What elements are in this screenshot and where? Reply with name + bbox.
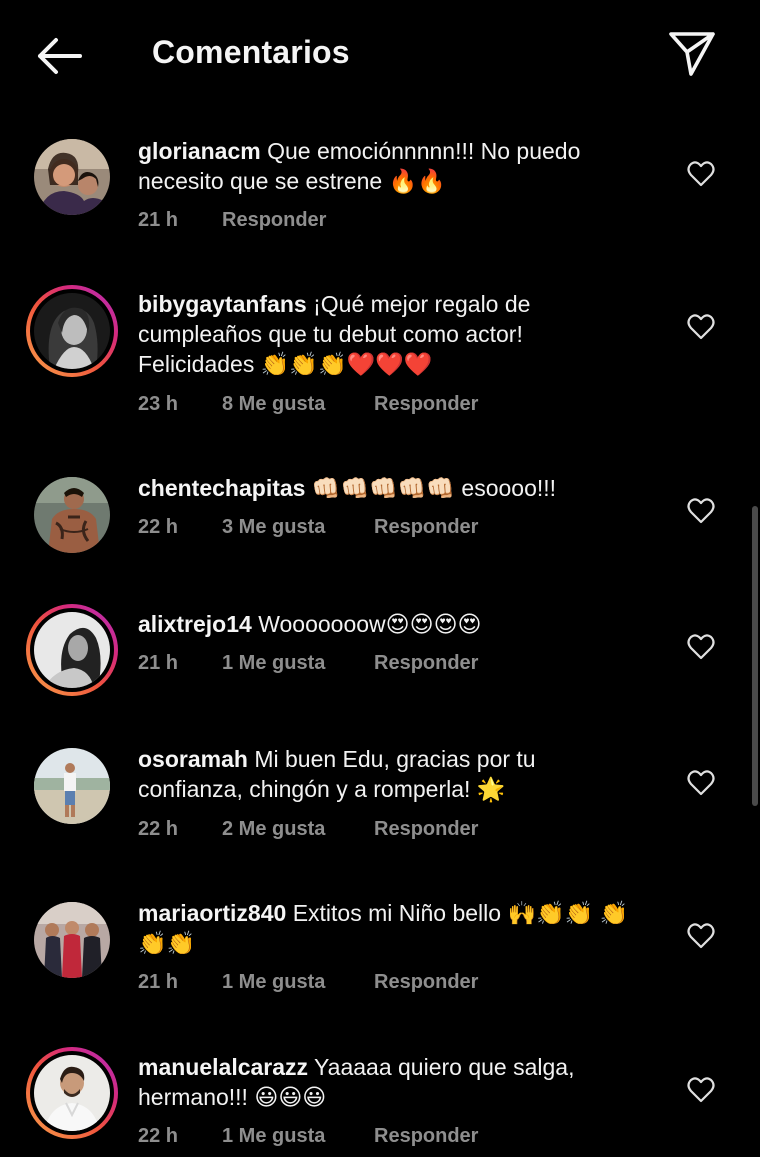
reply-button[interactable]: Responder [374,390,478,418]
reply-button[interactable]: Responder [374,649,478,677]
avatar-photo [34,902,110,978]
heart-icon [687,314,715,340]
avatar[interactable] [26,131,118,223]
comment-time: 23 h [138,393,179,415]
comment-text: alixtrejo14 Wooooooow😍😍😍😍 [138,609,638,639]
like-button[interactable] [686,768,716,798]
comment-time: 21 h [138,971,179,993]
avatar-ring-gap [30,289,114,373]
heart-icon [687,498,715,524]
comment-text: mariaortiz840 Extitos mi Niño bello 🙌👏👏 … [138,898,638,958]
paper-plane-icon [669,32,715,76]
comment-text: glorianacm Que emociónnnnn!!! No puedo n… [138,136,638,196]
reply-button[interactable]: Responder [374,513,478,541]
comment-username[interactable]: bibygaytanfans [138,291,307,317]
share-button[interactable] [664,26,720,80]
heart-icon [687,923,715,949]
comment-time: 21 h [138,209,179,231]
comment-time: 22 h [138,818,179,840]
like-button[interactable] [686,921,716,951]
like-button[interactable] [686,632,716,662]
comment-text: osoramah Mi buen Edu, gracias por tu con… [138,744,638,804]
like-button[interactable] [686,159,716,189]
page-title: Comentarios [152,34,350,70]
avatar[interactable] [26,894,118,986]
heart-icon [687,161,715,187]
heart-icon [687,1077,715,1103]
header: Comentarios [0,0,760,110]
comment-likes[interactable]: 2 Me gusta [222,815,325,843]
like-button[interactable] [686,496,716,526]
like-button[interactable] [686,1075,716,1105]
avatar-photo [34,477,110,553]
avatar-ring-gap [30,1051,114,1135]
comment-likes[interactable]: 1 Me gusta [222,968,325,996]
reply-button[interactable]: Responder [374,1122,478,1150]
heart-icon [687,634,715,660]
avatar-photo [34,748,110,824]
comment-text: bibygaytanfans ¡Qué mejor regalo de cump… [138,289,638,379]
comment-likes[interactable]: 8 Me gusta [222,390,325,418]
comment-username[interactable]: chentechapitas [138,475,305,501]
back-button[interactable] [30,30,88,82]
comment-text: chentechapitas 👊🏻👊🏻👊🏻👊🏻👊🏻 esoooo!!! [138,473,638,503]
avatar[interactable] [26,1047,118,1139]
arrow-left-icon [38,38,82,74]
comment-likes[interactable]: 1 Me gusta [222,649,325,677]
avatar[interactable] [26,604,118,696]
comment-time: 22 h [138,1125,179,1147]
avatar-photo [34,139,110,215]
comment-username[interactable]: glorianacm [138,138,261,164]
comment-body: Wooooooow😍😍😍😍 [258,611,482,637]
comment-time: 21 h [138,652,179,674]
avatar[interactable] [26,285,118,377]
avatar[interactable] [26,740,118,832]
comment-username[interactable]: mariaortiz840 [138,900,286,926]
comment-username[interactable]: manuelalcarazz [138,1054,308,1080]
reply-button[interactable]: Responder [222,206,326,234]
avatar-photo [34,612,110,688]
comment-likes[interactable]: 1 Me gusta [222,1122,325,1150]
comment-likes[interactable]: 3 Me gusta [222,513,325,541]
comment-username[interactable]: alixtrejo14 [138,611,252,637]
avatar-photo [34,293,110,369]
reply-button[interactable]: Responder [374,968,478,996]
avatar-ring-gap [30,608,114,692]
avatar[interactable] [26,469,118,561]
comment-time: 22 h [138,516,179,538]
comments-screen: Comentarios glorianacm Que emociónnnnn!!… [0,0,760,1157]
scrollbar[interactable] [752,506,758,806]
avatar-photo [34,1055,110,1131]
comment-body: 👊🏻👊🏻👊🏻👊🏻👊🏻 esoooo!!! [311,475,557,501]
comment-username[interactable]: osoramah [138,746,248,772]
heart-icon [687,770,715,796]
reply-button[interactable]: Responder [374,815,478,843]
like-button[interactable] [686,312,716,342]
comment-text: manuelalcarazz Yaaaaa quiero que salga, … [138,1052,638,1112]
